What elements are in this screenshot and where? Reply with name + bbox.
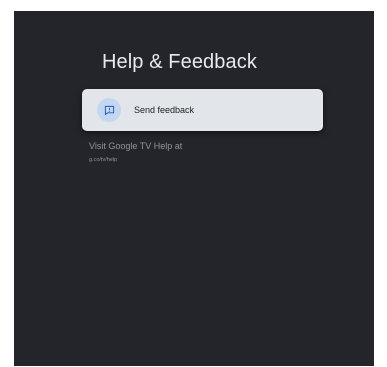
send-feedback-label: Send feedback <box>134 105 195 115</box>
feedback-icon <box>97 98 121 122</box>
help-url: g.co/tv/help <box>89 157 118 163</box>
tv-screen: Help & Feedback Send feedback Visit Goog… <box>14 11 374 366</box>
send-feedback-button[interactable]: Send feedback <box>82 89 323 131</box>
panel-title: Help & Feedback <box>102 51 257 73</box>
help-info-text: Visit Google TV Help at <box>89 141 183 151</box>
